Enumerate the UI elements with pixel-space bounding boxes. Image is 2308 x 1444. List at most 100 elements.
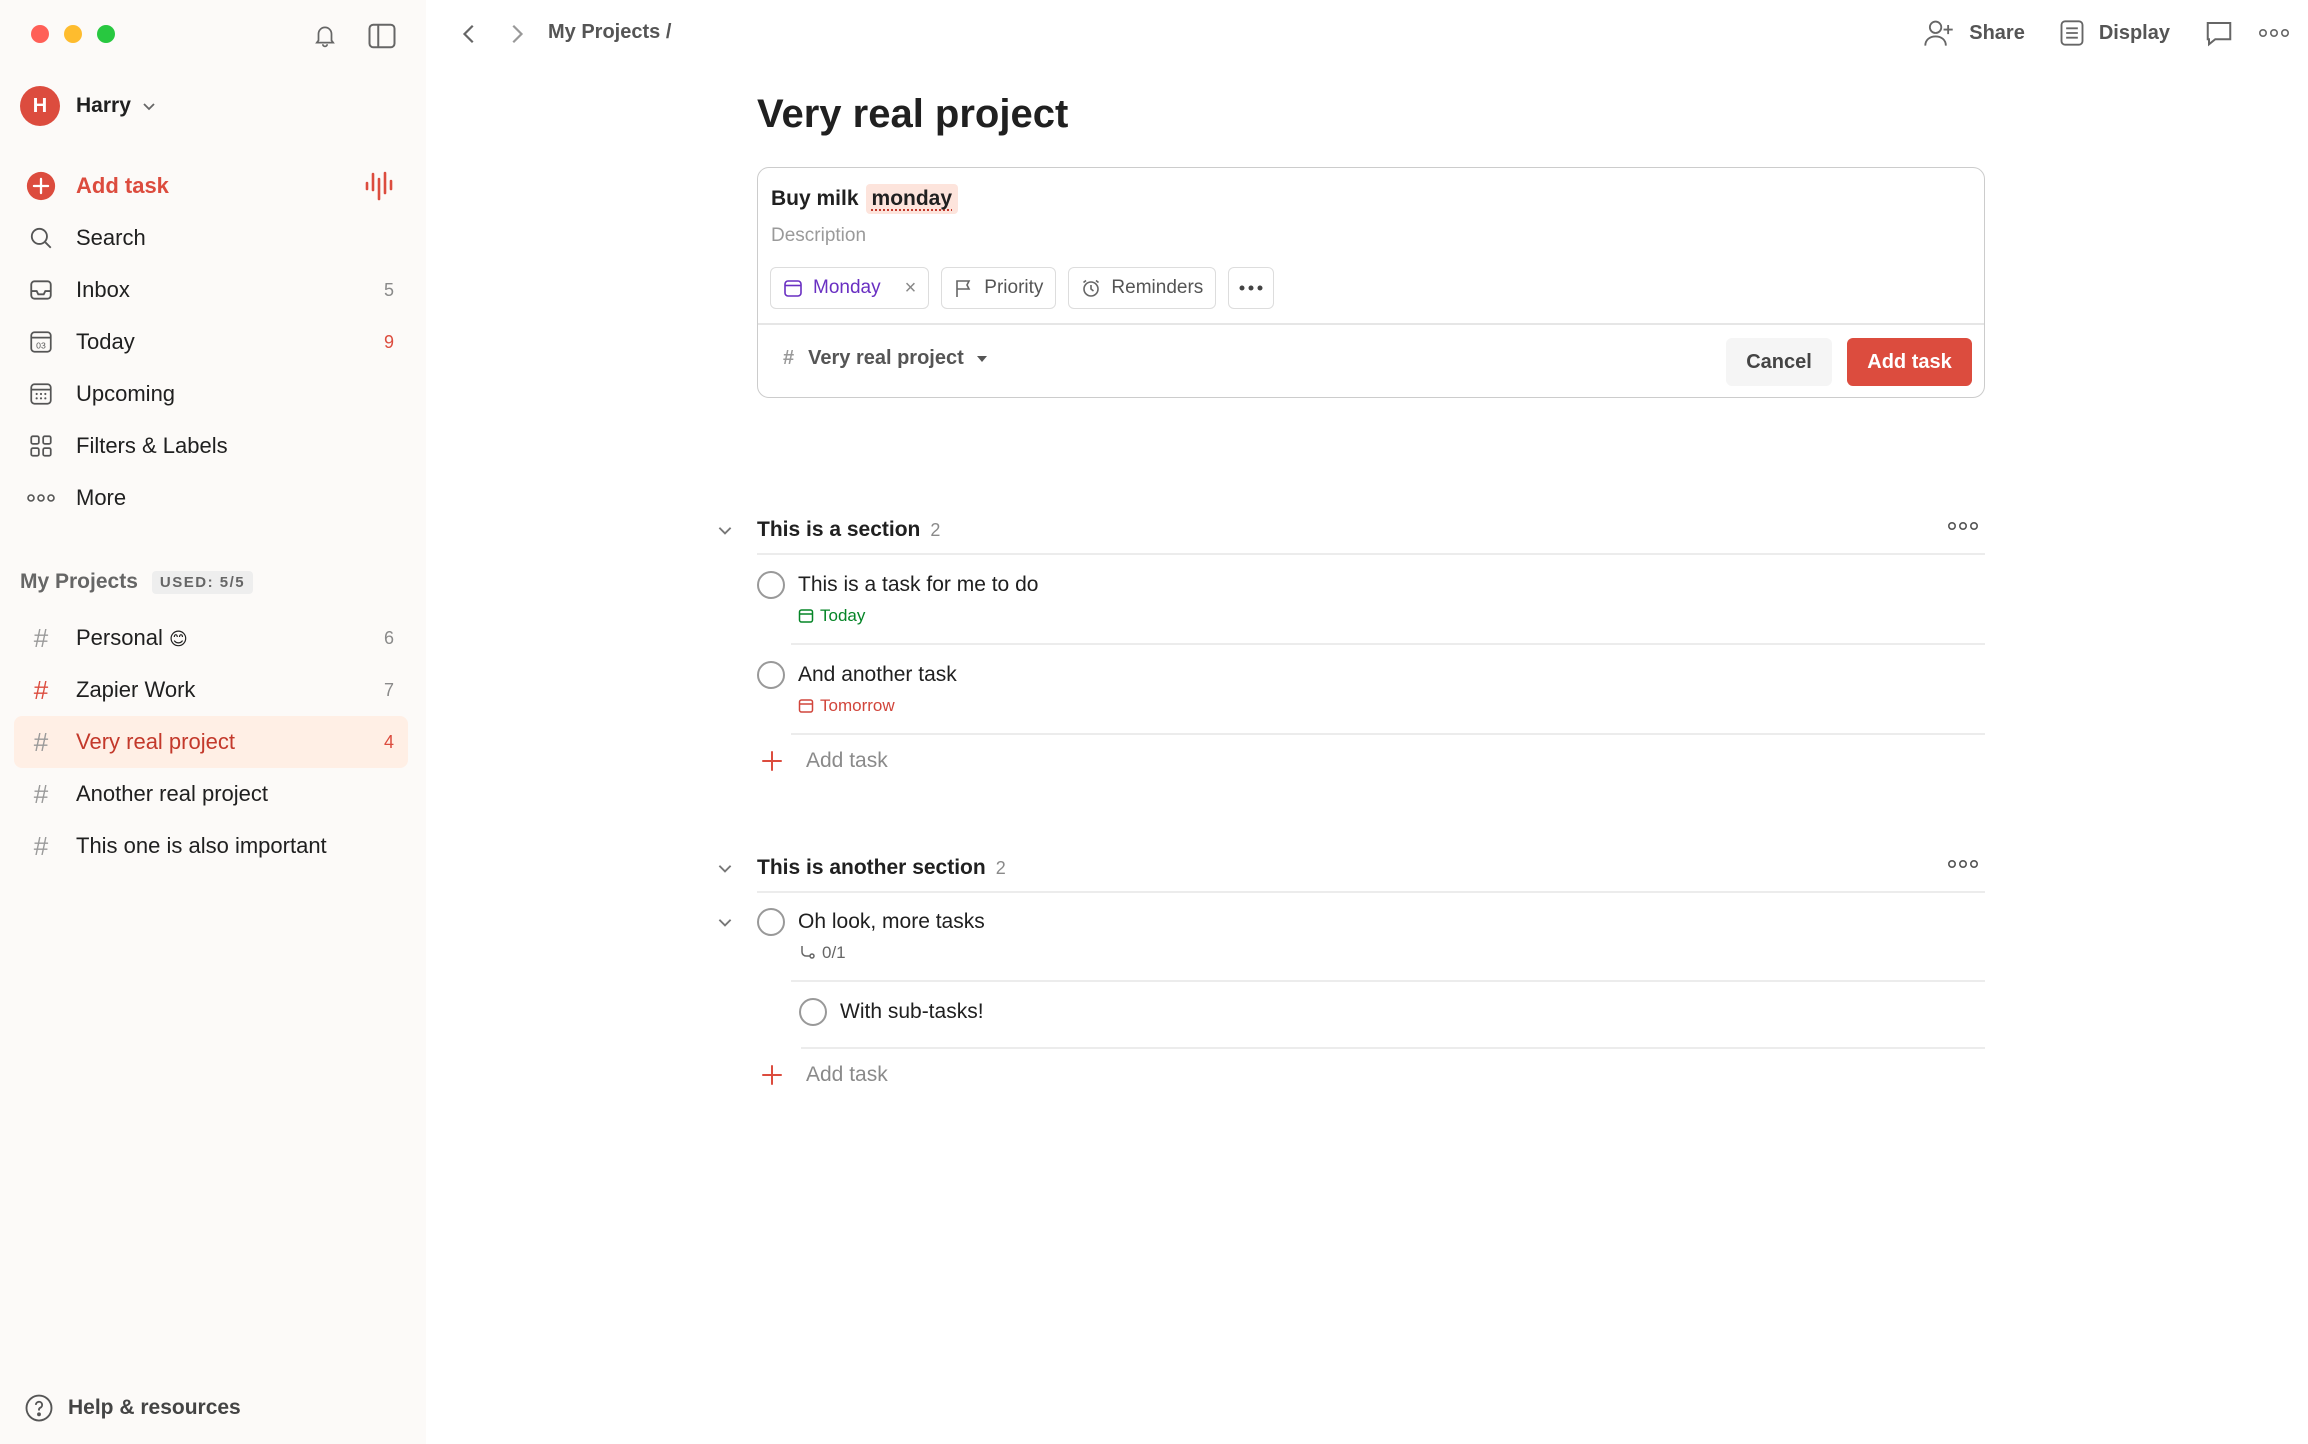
calendar-grid-icon <box>26 379 56 409</box>
task-checkbox[interactable] <box>799 998 827 1026</box>
user-menu[interactable]: H Harry <box>20 86 157 126</box>
calendar-today-icon: 03 <box>26 327 56 357</box>
section-count: 2 <box>930 519 941 540</box>
task-name-input[interactable]: Buy milk monday <box>771 184 959 214</box>
share-label: Share <box>1969 21 2025 44</box>
reminders-label: Reminders <box>1111 277 1204 298</box>
my-projects-header[interactable]: My Projects USED: 5/5 <box>20 570 254 594</box>
sidebar-project-zapier-work[interactable]: # Zapier Work 7 <box>14 664 408 716</box>
task-attribute-chips: Monday × Priority Reminders <box>770 267 1275 309</box>
plus-icon <box>760 1063 784 1087</box>
cancel-button[interactable]: Cancel <box>1726 338 1832 386</box>
due-date-label: Monday <box>813 277 881 298</box>
task-item[interactable]: And another task Tomorrow <box>757 661 957 716</box>
display-label: Display <box>2098 21 2170 44</box>
plus-icon <box>760 749 784 773</box>
task-checkbox[interactable] <box>757 661 785 689</box>
close-window-button[interactable] <box>31 25 49 43</box>
more-horizontal-icon <box>1239 285 1263 291</box>
sidebar-project-personal[interactable]: # Personal 😊 6 <box>14 612 408 664</box>
share-button[interactable]: Share <box>1923 18 2025 48</box>
calendar-icon <box>798 608 814 624</box>
project-count: 7 <box>383 679 394 700</box>
task-item[interactable]: This is a task for me to do Today <box>757 571 1038 626</box>
zoom-window-button[interactable] <box>97 25 115 43</box>
clear-date-icon[interactable]: × <box>905 277 917 300</box>
expand-subtasks-chevron-icon[interactable] <box>716 913 734 931</box>
more-options-button[interactable] <box>2258 27 2290 39</box>
priority-label: Priority <box>984 277 1044 298</box>
section-count: 2 <box>995 857 1006 878</box>
subtask-progress: 0/1 <box>798 943 985 963</box>
sidebar-item-inbox[interactable]: Inbox 5 <box>14 264 408 316</box>
more-horizontal-icon <box>2258 27 2290 39</box>
sidebar-project-very-real-project[interactable]: # Very real project 4 <box>14 716 408 768</box>
project-label: Very real project <box>76 729 235 754</box>
svg-text:03: 03 <box>36 341 46 351</box>
section-name[interactable]: This is another section <box>757 856 986 880</box>
search-icon <box>26 223 56 253</box>
sidebar-project-another-real-project[interactable]: # Another real project <box>14 768 408 820</box>
chevron-down-icon[interactable] <box>716 521 738 539</box>
task-name: Oh look, more tasks <box>798 910 985 933</box>
sidebar-item-upcoming[interactable]: Upcoming <box>14 368 408 420</box>
toggle-sidebar-icon[interactable] <box>366 20 398 52</box>
user-name: Harry <box>76 94 131 117</box>
add-task-inline-button[interactable]: Add task <box>760 1063 888 1087</box>
sidebar-item-search[interactable]: Search <box>14 212 408 264</box>
hash-icon: # <box>783 347 795 369</box>
today-count: 9 <box>383 331 394 352</box>
reminders-chip[interactable]: Reminders <box>1068 267 1217 309</box>
project-selector[interactable]: # Very real project <box>783 347 988 370</box>
sidebar-item-filters-labels[interactable]: Filters & Labels <box>14 420 408 472</box>
flag-icon <box>954 278 974 298</box>
sidebar-item-label: Upcoming <box>76 381 176 406</box>
due-date-chip[interactable]: Monday × <box>770 267 930 309</box>
section-more-icon[interactable] <box>1947 858 1979 870</box>
top-toolbar: Share Display <box>1889 18 2290 48</box>
chevron-down-icon <box>141 98 157 114</box>
sidebar-item-more[interactable]: More <box>14 472 408 524</box>
sidebar-project-this-one-is-also-important[interactable]: # This one is also important <box>14 820 408 872</box>
chevron-down-icon[interactable] <box>716 859 738 877</box>
hash-icon: # <box>33 622 49 653</box>
forward-arrow-icon[interactable] <box>502 20 530 48</box>
sidebar-item-today[interactable]: 03 Today 9 <box>14 316 408 368</box>
notifications-bell-icon[interactable] <box>310 20 340 50</box>
page-title: Very real project <box>757 92 1069 136</box>
breadcrumb[interactable]: My Projects / <box>548 21 671 44</box>
due-date-badge: Today <box>798 606 1038 626</box>
project-count: 6 <box>383 627 394 648</box>
back-arrow-icon[interactable] <box>456 20 484 48</box>
priority-chip[interactable]: Priority <box>941 267 1057 309</box>
section-more-icon[interactable] <box>1947 520 1979 532</box>
divider <box>791 733 1985 735</box>
display-settings-icon <box>2059 19 2085 47</box>
comments-button[interactable] <box>2204 18 2234 48</box>
due-date-badge: Tomorrow <box>798 696 957 716</box>
add-task-submit-button[interactable]: Add task <box>1847 338 1972 386</box>
display-button[interactable]: Display <box>2059 19 2170 47</box>
subtask-item[interactable]: With sub-tasks! <box>799 998 984 1026</box>
voice-waveform-icon[interactable] <box>364 169 394 203</box>
caret-down-icon <box>976 355 988 363</box>
section-name[interactable]: This is a section <box>757 518 920 542</box>
more-actions-chip[interactable] <box>1228 267 1275 309</box>
help-resources-button[interactable]: Help & resources <box>24 1393 241 1423</box>
description-input[interactable]: Description <box>771 225 866 247</box>
sidebar-item-label: Inbox <box>76 277 130 302</box>
minimize-window-button[interactable] <box>64 25 82 43</box>
add-task-inline-button[interactable]: Add task <box>760 749 888 773</box>
section-header: This is a section 2 <box>716 510 1985 550</box>
share-person-icon <box>1923 18 1955 48</box>
task-checkbox[interactable] <box>757 571 785 599</box>
task-name: With sub-tasks! <box>840 1000 984 1023</box>
divider <box>791 980 1985 982</box>
sidebar-add-task[interactable]: Add task <box>14 160 408 212</box>
projects-usage-badge: USED: 5/5 <box>151 570 254 594</box>
inbox-icon <box>26 275 56 305</box>
task-name-text: Buy milk <box>771 187 859 210</box>
task-checkbox[interactable] <box>757 908 785 936</box>
task-item[interactable]: Oh look, more tasks 0/1 <box>757 908 985 963</box>
divider <box>758 323 1984 325</box>
